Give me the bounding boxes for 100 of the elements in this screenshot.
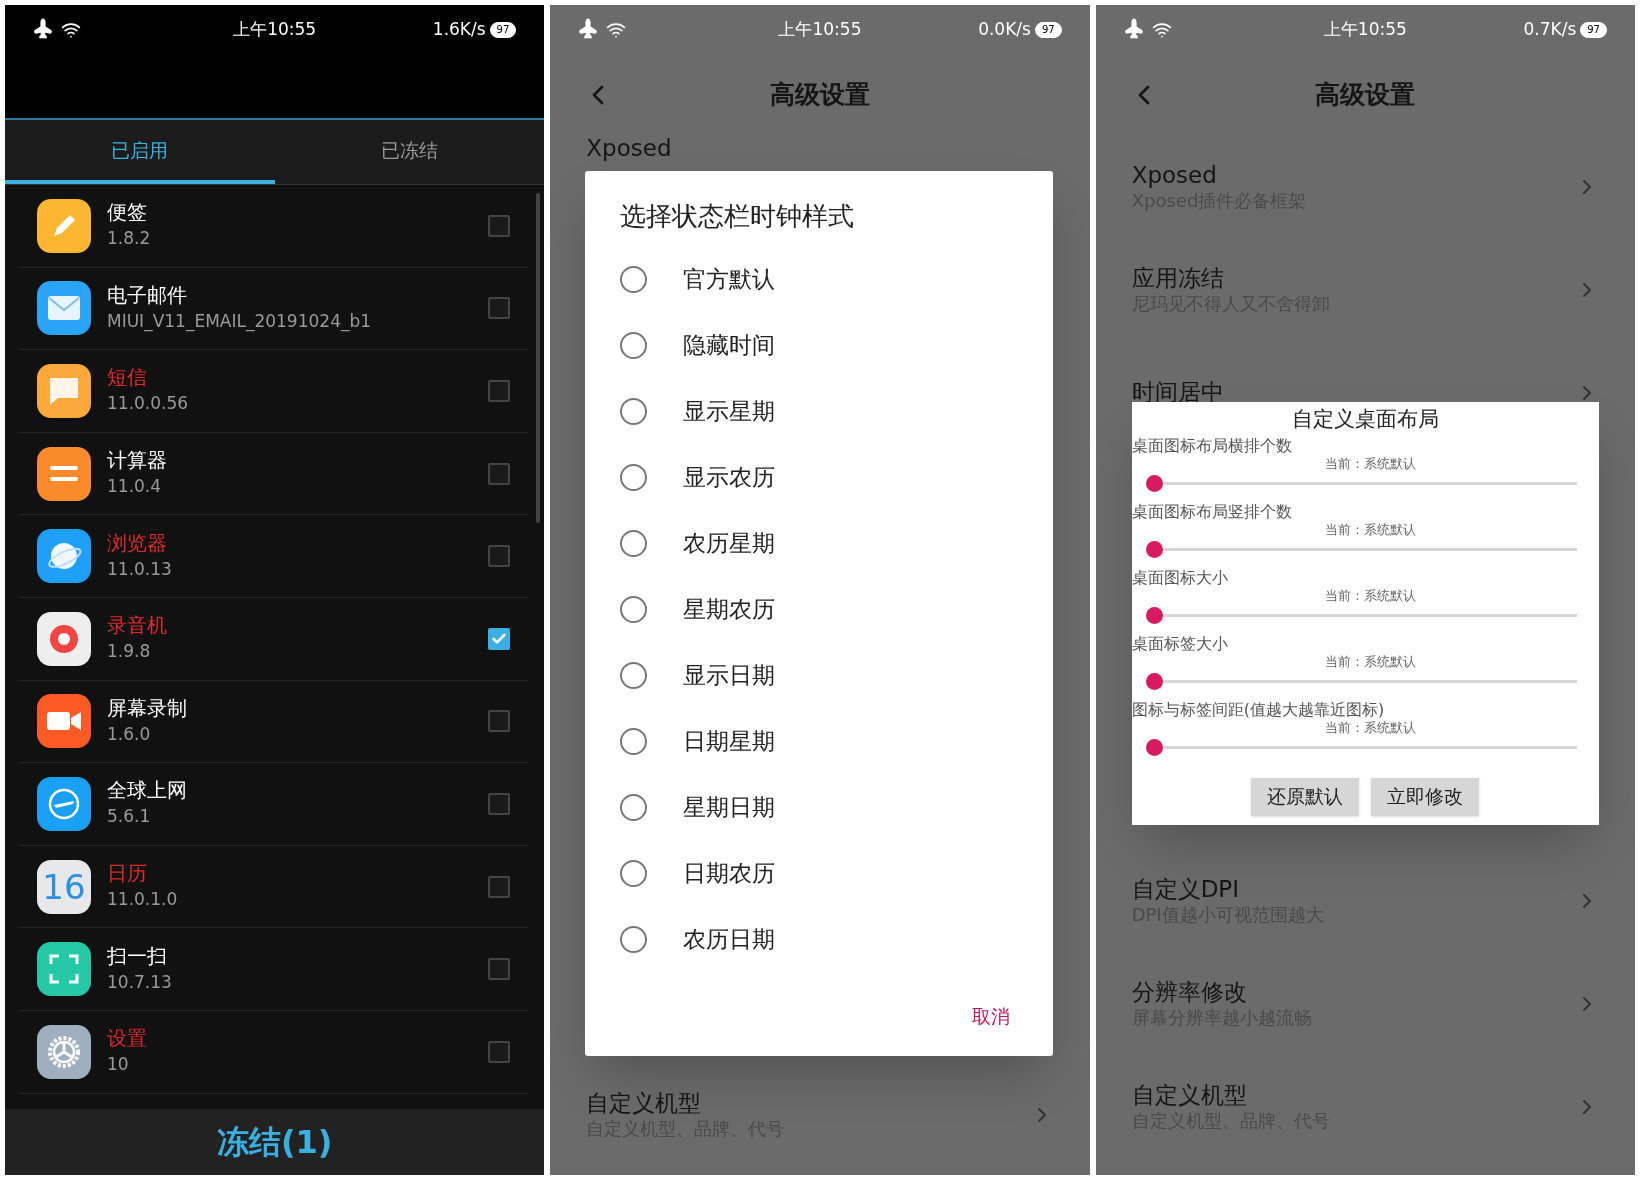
app-name: 电子邮件	[107, 284, 188, 305]
setting-title: 应用冻结	[1131, 263, 1225, 293]
radio-button[interactable]	[620, 331, 648, 359]
app-version: 10	[107, 1054, 130, 1076]
option-label[interactable]: 星期农历	[683, 591, 776, 627]
network-speed: 0.7K/s	[1523, 18, 1577, 42]
setting-title: 分辨率修改	[1131, 977, 1248, 1007]
setting-title: 自定义机型	[1131, 1080, 1248, 1110]
app-name: 短信	[107, 367, 148, 388]
checkbox[interactable]	[488, 958, 511, 981]
option-label[interactable]: 显示星期	[683, 393, 776, 429]
radio-button[interactable]	[620, 661, 648, 689]
notes-app-icon	[37, 198, 91, 253]
dialog-button[interactable]: 立即修改	[1371, 777, 1480, 816]
app-version: 1.6.0	[107, 723, 152, 745]
option-label[interactable]: 农历星期	[683, 525, 776, 561]
checkbox[interactable]	[488, 462, 511, 485]
radio-button[interactable]	[620, 463, 648, 491]
radio-button[interactable]	[620, 925, 648, 953]
app-version: 1.9.8	[107, 641, 152, 663]
app-name: 日历	[107, 862, 148, 883]
status-time: 上午10:55	[1323, 18, 1407, 42]
app-version: MIUI_V11_EMAIL_20191024_b1	[107, 310, 373, 332]
radio-button[interactable]	[620, 397, 648, 425]
battery-indicator: 97	[1034, 22, 1062, 38]
record-icon	[37, 611, 91, 666]
slider-label: 桌面标签大小	[1131, 633, 1229, 654]
app-version: 10.7.13	[107, 971, 173, 993]
checkbox[interactable]	[488, 297, 511, 320]
app-version: 11.0.1.0	[107, 888, 179, 911]
app-name: 全球上网	[107, 780, 188, 801]
app-name: 浏览器	[107, 532, 168, 553]
setting-title: Xposed	[586, 133, 672, 163]
slider-thumb[interactable]	[1145, 738, 1163, 756]
option-label[interactable]: 日期星期	[683, 723, 776, 759]
app-version: 11.0.13	[107, 558, 173, 580]
wifi-icon	[61, 20, 81, 40]
tab[interactable]: 已冻结	[274, 120, 545, 184]
option-label[interactable]: 显示农历	[683, 459, 776, 495]
checkbox[interactable]	[488, 875, 511, 898]
freeze-button[interactable]: 冻结(1)	[5, 1109, 545, 1175]
tab[interactable]: 已启用	[5, 120, 275, 184]
slider-reading: 当前：系统默认	[1324, 653, 1416, 670]
planet-icon	[37, 529, 91, 584]
setting-title: Xposed	[1131, 160, 1218, 190]
network-speed: 0.0K/s	[978, 18, 1031, 42]
screen-title: 高级设置	[1315, 79, 1416, 112]
wifi-icon	[1151, 20, 1172, 40]
app-version: 1.8.2	[107, 228, 152, 250]
radio-button[interactable]	[620, 727, 648, 755]
slider-reading: 当前：系统默认	[1324, 587, 1416, 604]
checkbox[interactable]	[488, 214, 511, 237]
slider-label: 桌面图标大小	[1131, 567, 1229, 588]
app-name: 扫一扫	[107, 945, 168, 966]
radio-button[interactable]	[620, 529, 648, 557]
option-label[interactable]: 农历日期	[683, 921, 776, 957]
battery-indicator: 97	[489, 22, 517, 38]
app-name: 设置	[107, 1028, 148, 1049]
app-version: 11.0.0.56	[107, 393, 190, 415]
dialog-button[interactable]: 还原默认	[1251, 777, 1360, 816]
option-label[interactable]: 日期农历	[683, 855, 776, 891]
calendar-icon: 16	[37, 859, 91, 914]
option-label[interactable]: 隐藏时间	[683, 327, 776, 363]
slider-label: 桌面图标布局竖排个数	[1131, 501, 1293, 522]
slider-thumb[interactable]	[1145, 474, 1163, 492]
video-camera-icon	[37, 694, 91, 749]
slider-thumb[interactable]	[1145, 606, 1163, 624]
dialog-title: 自定义桌面布局	[1291, 406, 1439, 433]
gear-icon	[37, 1024, 91, 1079]
setting-title: 自定义DPI	[1131, 874, 1241, 904]
dialog-title: 选择状态栏时钟样式	[620, 200, 856, 233]
wifi-icon	[606, 20, 627, 40]
option-label[interactable]: 显示日期	[683, 657, 776, 693]
radio-button[interactable]	[620, 793, 648, 821]
app-name: 录音机	[107, 615, 168, 636]
checkbox[interactable]	[488, 1040, 511, 1063]
slider-reading: 当前：系统默认	[1324, 719, 1416, 736]
speech-bubble-icon	[37, 364, 91, 418]
app-name: 便签	[107, 202, 148, 223]
slider-thumb[interactable]	[1145, 540, 1163, 558]
checkbox[interactable]	[488, 380, 511, 402]
screen-title: 高级设置	[770, 79, 870, 112]
radio-button[interactable]	[620, 859, 648, 887]
radio-button[interactable]	[620, 595, 648, 623]
calculator-icon	[37, 446, 91, 501]
checkbox[interactable]	[488, 627, 511, 650]
checkbox[interactable]	[488, 545, 511, 568]
status-time: 上午10:55	[778, 18, 862, 42]
app-version: 5.6.1	[107, 806, 152, 828]
checkbox[interactable]	[488, 792, 511, 815]
radio-button[interactable]	[620, 265, 648, 293]
checkbox[interactable]	[488, 710, 511, 733]
scan-frame-icon	[37, 942, 91, 997]
cancel-button[interactable]: 取消	[964, 1001, 1019, 1030]
slider-label: 桌面图标布局横排个数	[1131, 435, 1293, 456]
setting-title: 自定义机型	[586, 1089, 703, 1119]
option-label[interactable]: 官方默认	[683, 261, 776, 297]
setting-title: 时间居中	[1131, 378, 1225, 407]
option-label[interactable]: 星期日期	[683, 789, 776, 825]
slider-thumb[interactable]	[1145, 672, 1163, 690]
